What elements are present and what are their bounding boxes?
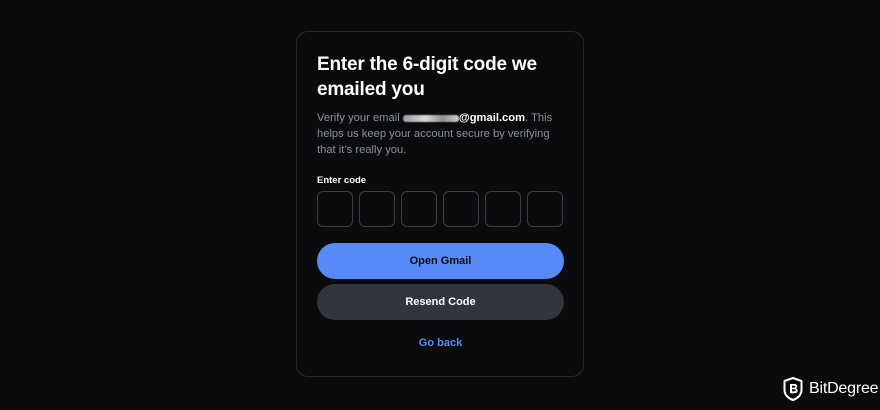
brand-name: BitDegree [809,380,879,397]
bitdegree-watermark: BitDegree [783,377,879,401]
description-prefix: Verify your email [317,112,403,124]
bitdegree-logo-icon [783,377,803,401]
code-input-group [317,191,563,227]
verification-card: Enter the 6-digit code we emailed you Ve… [296,31,584,377]
redacted-email-username [402,114,459,122]
go-back-link[interactable]: Go back [317,337,564,349]
code-digit-input-6[interactable] [527,191,563,227]
code-digit-input-3[interactable] [401,191,437,227]
page-title: Enter the 6-digit code we emailed you [317,54,537,100]
verification-description: Verify your email @gmail.com. This helps… [317,110,565,158]
code-label: Enter code [317,175,367,186]
open-gmail-button[interactable]: Open Gmail [317,243,564,279]
code-digit-input-5[interactable] [485,191,521,227]
code-digit-input-4[interactable] [443,191,479,227]
code-digit-input-1[interactable] [317,191,353,227]
code-digit-input-2[interactable] [359,191,395,227]
resend-code-button[interactable]: Resend Code [317,284,564,320]
email-domain: @gmail.com [458,112,526,124]
